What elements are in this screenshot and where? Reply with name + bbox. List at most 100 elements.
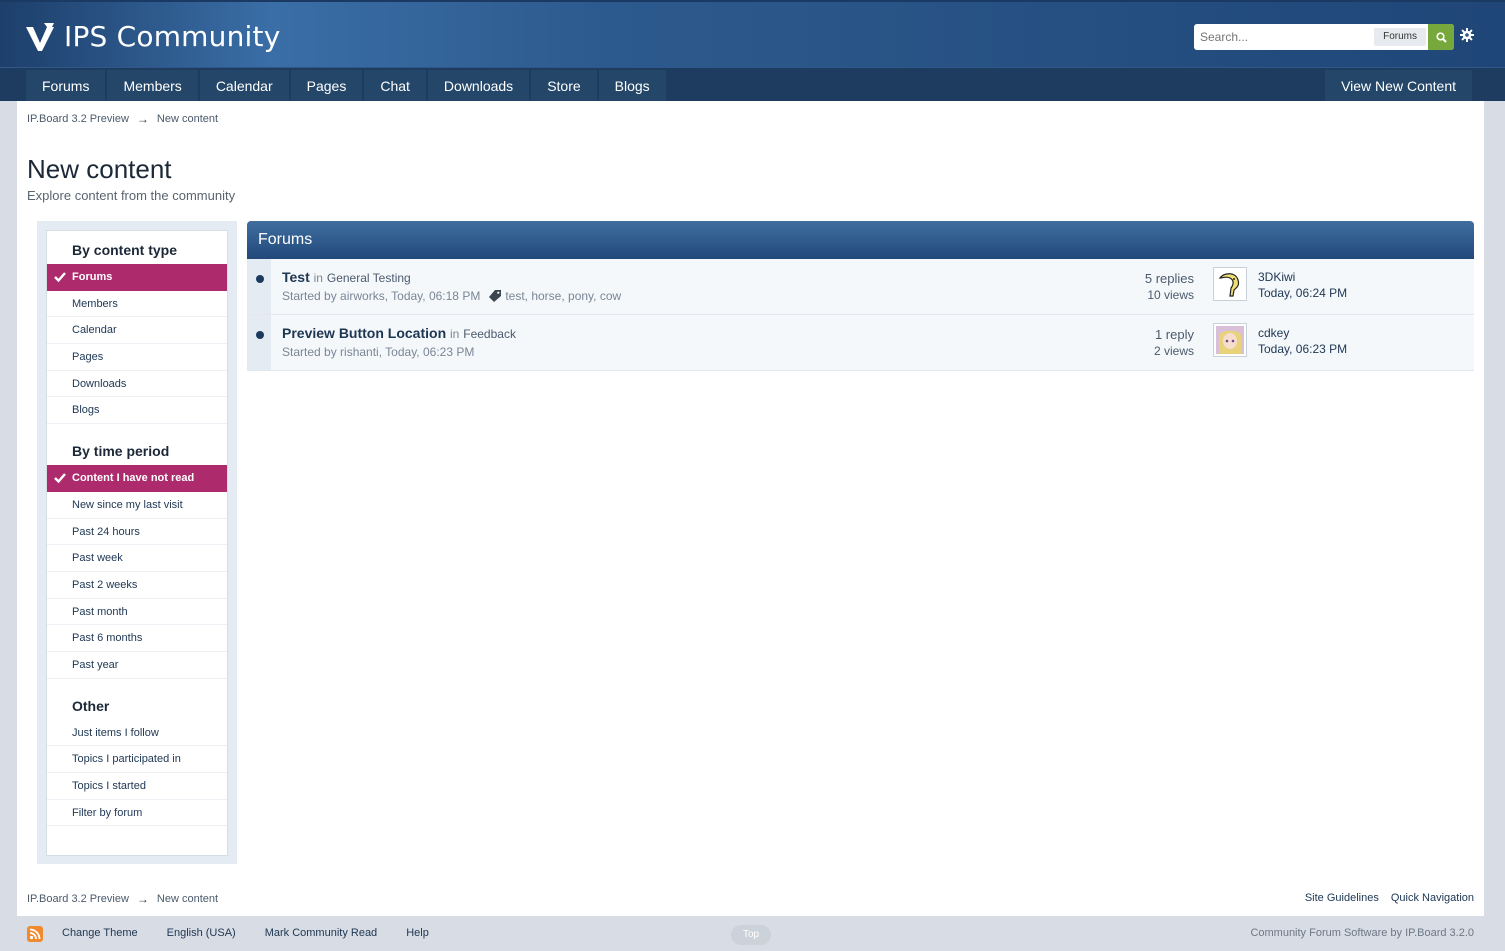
gear-icon[interactable] bbox=[1460, 28, 1474, 42]
ips-logo-icon bbox=[26, 22, 54, 51]
filter-heading-time-period: By time period bbox=[72, 443, 170, 460]
last-poster: 3DKiwi Today, 06:24 PM bbox=[1258, 269, 1347, 301]
topic-in-label: in bbox=[313, 271, 323, 285]
avatar[interactable] bbox=[1213, 267, 1247, 301]
search-scope-selector[interactable]: Forums bbox=[1374, 28, 1426, 46]
last-post-time[interactable]: Today, 06:23 PM bbox=[1258, 341, 1347, 357]
filter-item-forums[interactable]: Forums bbox=[47, 264, 227, 291]
footer-links: Change Theme English (USA) Mark Communit… bbox=[62, 927, 458, 939]
filter-item-following[interactable]: Just items I follow bbox=[47, 720, 227, 747]
page-footer-links: Site Guidelines Quick Navigation bbox=[1293, 892, 1474, 904]
filter-item-unread[interactable]: Content I have not read bbox=[47, 465, 227, 492]
topic-meta: Started by airworks, Today, 06:18 PM tes… bbox=[282, 289, 621, 303]
last-poster-name[interactable]: 3DKiwi bbox=[1258, 269, 1347, 285]
filter-item-since-last-visit[interactable]: New since my last visit bbox=[47, 492, 227, 519]
nav-tab-downloads[interactable]: Downloads bbox=[427, 70, 530, 102]
site-header: IPS Community Forums bbox=[0, 0, 1505, 67]
search-icon bbox=[1435, 31, 1447, 43]
page-title: New content bbox=[27, 154, 172, 184]
help-link[interactable]: Help bbox=[406, 927, 429, 939]
filter-item-past-month[interactable]: Past month bbox=[47, 599, 227, 626]
search-button[interactable] bbox=[1428, 24, 1454, 50]
breadcrumb-separator: → bbox=[136, 892, 149, 906]
filter-sidebar: By content type Forums Members Calendar … bbox=[37, 221, 237, 864]
back-to-top-button[interactable]: Top bbox=[731, 925, 771, 945]
quick-navigation-link[interactable]: Quick Navigation bbox=[1391, 892, 1474, 904]
filter-item-past-year[interactable]: Past year bbox=[47, 652, 227, 679]
breadcrumb-root-link[interactable]: IP.Board 3.2 Preview bbox=[27, 113, 129, 125]
avatar[interactable] bbox=[1213, 323, 1247, 357]
filter-item-label: Content I have not read bbox=[72, 472, 195, 485]
topic-title-link[interactable]: Preview Button Location bbox=[282, 325, 446, 341]
filter-item-downloads[interactable]: Downloads bbox=[47, 371, 227, 398]
unread-dot-icon bbox=[256, 331, 264, 339]
unread-marker[interactable] bbox=[247, 315, 271, 370]
filter-item-blogs[interactable]: Blogs bbox=[47, 397, 227, 425]
site-footer: Change Theme English (USA) Mark Communit… bbox=[0, 916, 1505, 951]
filter-item-started[interactable]: Topics I started bbox=[47, 773, 227, 800]
topic-in-label: in bbox=[450, 327, 460, 341]
topic-replies: 1 reply bbox=[1154, 327, 1194, 342]
unread-dot-icon bbox=[256, 275, 264, 283]
search-box: Forums bbox=[1194, 24, 1454, 50]
rss-icon[interactable] bbox=[27, 926, 43, 942]
filter-item-by-forum[interactable]: Filter by forum bbox=[47, 800, 227, 827]
avatar-kiwi-image bbox=[1216, 270, 1244, 298]
filter-item-past-24-hours[interactable]: Past 24 hours bbox=[47, 519, 227, 546]
topic-forum-link[interactable]: Feedback bbox=[463, 327, 516, 341]
site-logo[interactable]: IPS Community bbox=[26, 20, 280, 53]
breadcrumb: IP.Board 3.2 Preview → New content bbox=[27, 112, 218, 126]
main-nav: Forums Members Calendar Pages Chat Downl… bbox=[0, 67, 1505, 102]
nav-tab-pages[interactable]: Pages bbox=[290, 70, 363, 102]
breadcrumb-separator: → bbox=[136, 112, 149, 126]
checkmark-icon bbox=[54, 272, 66, 283]
topic-row: Preview Button Location in Feedback Star… bbox=[247, 315, 1474, 371]
breadcrumb-bottom: IP.Board 3.2 Preview → New content bbox=[27, 892, 218, 906]
forums-results: Forums Test in General Testing Started b… bbox=[247, 221, 1474, 371]
nav-tab-chat[interactable]: Chat bbox=[364, 70, 426, 102]
nav-tab-members[interactable]: Members bbox=[107, 70, 198, 102]
topic-tags[interactable]: test, horse, pony, cow bbox=[505, 289, 621, 303]
results-heading: Forums bbox=[247, 221, 1474, 259]
main-content: IP.Board 3.2 Preview → New content New c… bbox=[17, 101, 1484, 916]
topic-started-by: Started by airworks, Today, 06:18 PM bbox=[282, 289, 481, 303]
search-input[interactable] bbox=[1194, 24, 1375, 50]
topic-row: Test in General Testing Started by airwo… bbox=[247, 259, 1474, 315]
change-theme-link[interactable]: Change Theme bbox=[62, 927, 138, 939]
nav-tab-blogs[interactable]: Blogs bbox=[598, 70, 666, 102]
filter-heading-content-type: By content type bbox=[72, 242, 178, 258]
filter-item-past-2-weeks[interactable]: Past 2 weeks bbox=[47, 572, 227, 599]
topic-title-link[interactable]: Test bbox=[282, 269, 310, 285]
topic-stats: 1 reply 2 views bbox=[1154, 327, 1194, 359]
mark-community-read-link[interactable]: Mark Community Read bbox=[265, 927, 377, 939]
topic-views: 10 views bbox=[1147, 288, 1194, 302]
topic-replies: 5 replies bbox=[1144, 271, 1194, 286]
filter-item-label: Forums bbox=[72, 271, 113, 283]
language-link[interactable]: English (USA) bbox=[167, 927, 236, 939]
view-new-content-button[interactable]: View New Content bbox=[1325, 70, 1472, 102]
topic-started-by: Started by rishanti, Today, 06:23 PM bbox=[282, 345, 475, 359]
last-poster-name[interactable]: cdkey bbox=[1258, 325, 1347, 341]
last-post-time[interactable]: Today, 06:24 PM bbox=[1258, 285, 1347, 301]
breadcrumb-root-link[interactable]: IP.Board 3.2 Preview bbox=[27, 893, 129, 905]
rss-glyph bbox=[29, 928, 41, 940]
filter-item-past-6-months[interactable]: Past 6 months bbox=[47, 625, 227, 652]
topic-meta: Started by rishanti, Today, 06:23 PM bbox=[282, 345, 474, 359]
tag-icon bbox=[489, 290, 502, 302]
topic-stats: 5 replies 10 views bbox=[1145, 271, 1194, 303]
filter-item-pages[interactable]: Pages bbox=[47, 344, 227, 371]
nav-tab-forums[interactable]: Forums bbox=[26, 70, 106, 102]
filter-item-past-week[interactable]: Past week bbox=[47, 545, 227, 572]
copyright-text[interactable]: Community Forum Software by IP.Board 3.2… bbox=[1250, 927, 1474, 939]
topic-views: 2 views bbox=[1153, 344, 1194, 358]
last-poster: cdkey Today, 06:23 PM bbox=[1258, 325, 1347, 357]
filter-item-calendar[interactable]: Calendar bbox=[47, 317, 227, 345]
unread-marker[interactable] bbox=[247, 259, 271, 314]
site-guidelines-link[interactable]: Site Guidelines bbox=[1305, 892, 1379, 904]
filter-item-participated[interactable]: Topics I participated in bbox=[47, 746, 227, 773]
page-description: Explore content from the community bbox=[27, 188, 236, 203]
topic-forum-link[interactable]: General Testing bbox=[327, 271, 411, 285]
nav-tab-store[interactable]: Store bbox=[531, 70, 597, 102]
nav-tab-calendar[interactable]: Calendar bbox=[199, 70, 289, 102]
filter-item-members[interactable]: Members bbox=[47, 291, 227, 318]
